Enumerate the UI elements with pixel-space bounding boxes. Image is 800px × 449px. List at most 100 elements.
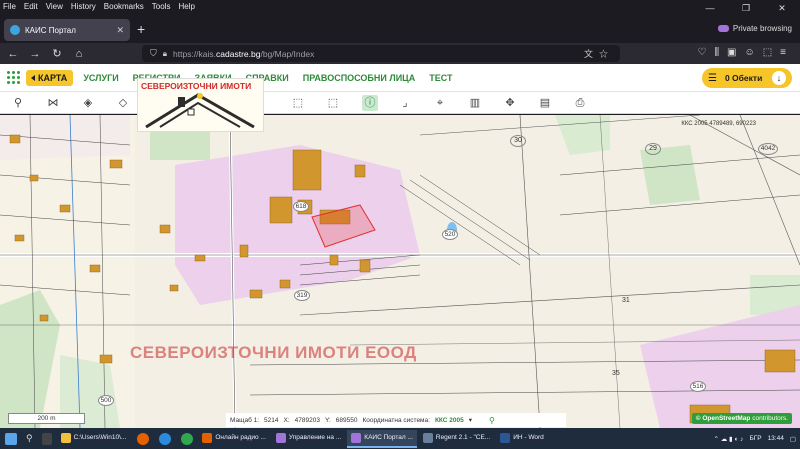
reload-icon[interactable]: ↻ [48,47,66,60]
navigation-bar: ← → ↻ ⌂ ⛉ 🔒︎ https://kais.cadastre.bg/bg… [0,43,800,64]
minimize-button[interactable]: — [692,0,728,16]
parcel-label[interactable]: 319 [294,290,310,301]
draw-polygon-icon[interactable]: ⌖ [432,95,448,111]
menu-edit[interactable]: Edit [24,2,38,11]
taskbar-app-word[interactable]: ИН - Word [496,430,548,448]
search-icon[interactable]: ⚲ [26,433,33,444]
osm-attribution[interactable]: © OpenStreetMap contributors. [691,413,792,424]
folder-icon [60,432,71,443]
menu-tools[interactable]: Tools [152,2,171,11]
tab-bar: КАИС Портал ✕ + Private browsing [0,17,800,43]
address-bar[interactable]: ⛉ 🔒︎ https://kais.cadastre.bg/bg/Map/Ind… [142,45,620,62]
taskbar-app-kais[interactable]: КАИС Портал ... [347,429,417,448]
select-rectangle-icon[interactable]: ⬚ [290,95,306,111]
info-icon[interactable]: ⓘ [362,95,378,111]
objects-count-label: 0 Обекти [724,73,763,83]
maximize-button[interactable]: ❐ [728,0,764,16]
parcel-label[interactable]: 618 [293,201,309,212]
regent-icon [422,432,433,443]
language-indicator[interactable]: БГР [749,435,761,442]
back-arrow-icon[interactable]: ← [4,48,22,60]
tray-icons[interactable]: ⌃ ☁ ▮ ◐ ♪ [714,435,744,443]
x-label: X: [283,416,290,424]
tab-title: КАИС Портал [25,25,76,35]
edge-icon[interactable] [159,432,172,445]
print-icon[interactable]: ⎙ [572,95,588,111]
home-icon[interactable]: ⌂ [70,48,88,60]
menu-help[interactable]: Help [178,2,194,11]
map-watermark: СЕВЕРОИЗТОЧНИ ИМОТИ ЕООД [130,343,417,362]
taskbar-app-explorer[interactable]: C:\Users\Win10\... [57,430,131,448]
windows-start-icon[interactable] [5,432,17,445]
scale-label: Мащаб 1: [230,416,260,424]
stack-icon[interactable]: ◇ [115,95,131,111]
shield-icon[interactable]: ⛉ [150,48,157,59]
parcel-label[interactable]: 30 [510,135,526,147]
private-mask-icon [717,25,729,32]
apps-grid-icon[interactable] [7,70,21,85]
parcel-label[interactable]: 4042 [758,143,778,155]
task-view-icon[interactable] [41,432,52,445]
nav-uslugi[interactable]: УСЛУГИ [83,73,118,83]
browser-tab[interactable]: КАИС Портал ✕ [4,19,130,41]
firefox-private-icon [351,432,362,443]
taskbar-app-radio[interactable]: Онлайн радио ... [198,430,270,448]
url-text[interactable]: https://kais.cadastre.bg/bg/Map/Index [173,49,314,59]
parcel-label[interactable]: 516 [690,381,706,392]
cadastral-map[interactable]: ККС 2005 4789489, 690223 30 29 4042 618 … [0,115,800,428]
company-logo: СЕВЕРОИЗТОЧНИ ИМОТИ [137,78,264,132]
nav-test[interactable]: ТЕСТ [429,73,452,83]
lock-icon[interactable]: 🔒︎ [163,49,167,59]
arrow-down-icon: ↓ [772,71,786,85]
clock[interactable]: 13:44 [768,435,784,442]
layers-icon[interactable]: ◈ [80,95,96,111]
parcel-label[interactable]: 31 [622,297,630,304]
firefox-icon[interactable] [137,432,150,445]
parcel-label[interactable]: 29 [645,143,661,155]
windows-taskbar: ⚲ C:\Users\Win10\... Онлайн радио ... Уп… [0,428,800,449]
system-tray: ⌃ ☁ ▮ ◐ ♪ БГР 13:44 ▢ [708,428,797,449]
coordinate-system-select[interactable]: ККС 2005 [435,417,464,424]
coordinate-system-label: Координатна система: [362,416,430,424]
parcel-label[interactable]: 500 [98,395,114,406]
chevron-down-icon[interactable]: ▾ [469,416,472,424]
private-browsing-indicator: Private browsing [717,24,792,33]
nav-pravosposobni-lica[interactable]: ПРАВОСПОСОБНИ ЛИЦА [303,73,416,83]
close-window-button[interactable]: ✕ [764,0,800,16]
measure-icon[interactable]: ✥ [502,95,518,111]
toolbar-extension-icons[interactable]: ♡⫼▣☺⬚≡ [697,47,794,58]
search-icon[interactable]: ⚲ [10,95,26,111]
x-value: 4789203 [294,416,320,424]
new-tab-button[interactable]: + [137,21,145,37]
notifications-icon[interactable]: ▢ [790,435,796,443]
taskbar-app-regent[interactable]: Regent 2.1 - "СЕ... [419,430,494,448]
nav-karta-button[interactable]: КАРТА [26,69,74,86]
firefox-private-icon [275,432,286,443]
house-icon [145,93,255,129]
chrome-icon[interactable] [181,432,194,445]
private-browsing-label: Private browsing [732,24,792,33]
map-status-bar: Мащаб 1: 5214 X: 4789203 Y: 689550 Коорд… [226,413,566,427]
taskbar-app-management[interactable]: Управление на ... [272,430,345,448]
zoom-search-icon[interactable]: ⚲ [489,416,495,425]
parcel-label[interactable]: 520 [442,229,458,240]
parcel-label[interactable]: 35 [612,370,620,377]
menu-view[interactable]: View [46,2,63,11]
objects-button[interactable]: ☰ 0 Обекти ↓ [702,68,792,88]
network-icon[interactable]: ⋈ [45,95,61,111]
scale-value: 5214 [264,416,279,424]
translate-and-bookmark-icons[interactable]: 文☆ [584,47,614,60]
corner-select-icon[interactable]: ⌟ [397,95,413,111]
select-region-icon[interactable]: ⬚ [325,95,341,111]
word-icon [500,432,511,443]
map-top-coordinates: ККС 2005 4789489, 690223 [681,121,756,127]
menu-bookmarks[interactable]: Bookmarks [104,2,144,11]
menu-history[interactable]: History [71,2,96,11]
tab-close-icon[interactable]: ✕ [116,25,124,36]
map-book-icon[interactable]: ▥ [467,95,483,111]
forward-arrow-icon[interactable]: → [26,48,44,60]
menu-file[interactable]: File [3,2,16,11]
document-icon[interactable]: ▤ [537,95,553,111]
hamburger-icon: ☰ [708,72,717,84]
y-label: Y: [324,416,331,424]
